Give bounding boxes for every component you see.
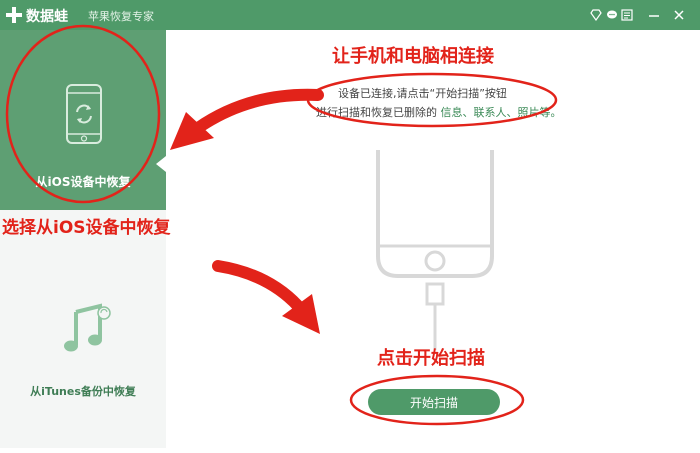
scan-hint-items: 信息、联系人、照片等。 — [440, 106, 562, 119]
annotation-arrow-right-head — [282, 294, 320, 334]
sidebar: 从iOS设备中恢复 从iTunes备份中恢复 — [0, 30, 166, 453]
connection-status: 设备已连接,请点击“开始扫描”按钮 — [338, 87, 507, 100]
annotation-arrow-right-shaft — [212, 260, 304, 312]
annotation-connect: 让手机和电脑相连接 — [332, 46, 494, 67]
minimize-icon[interactable] — [648, 9, 660, 21]
annotation-arrow-left-shaft — [192, 88, 324, 134]
sidebar-item-itunes-recovery[interactable] — [0, 230, 166, 453]
close-icon[interactable] — [673, 9, 685, 21]
sidebar-item-label: 从iTunes备份中恢复 — [30, 385, 136, 398]
phone-illustration — [376, 150, 494, 350]
annotation-click-scan: 点击开始扫描 — [377, 348, 485, 369]
diamond-icon[interactable] — [590, 9, 602, 21]
bottom-strip — [0, 448, 700, 453]
scan-hint: 进行扫描和恢复已删除的 信息、联系人、照片等。 — [316, 104, 562, 120]
sidebar-item-ios-recovery[interactable]: 从iOS设备中恢复 — [0, 30, 166, 210]
phone-refresh-icon — [66, 84, 102, 144]
title-bar: 数据蛙 苹果恢复专家 — [0, 0, 700, 30]
selection-pointer — [156, 156, 166, 172]
annotation-choose-ios: 选择从iOS设备中恢复 — [2, 218, 171, 238]
music-note-icon — [64, 303, 111, 352]
app-subtitle: 苹果恢复专家 — [88, 10, 154, 23]
start-scan-button[interactable]: 开始扫描 — [368, 389, 500, 415]
chat-icon[interactable] — [606, 9, 618, 21]
scan-hint-prefix: 进行扫描和恢复已删除的 — [316, 106, 437, 119]
annotation-arrow-left-head — [170, 112, 214, 150]
feedback-icon[interactable] — [621, 9, 633, 21]
app-name: 数据蛙 — [26, 9, 68, 25]
app-logo-icon — [6, 7, 22, 23]
sidebar-item-label: 从iOS设备中恢复 — [35, 175, 131, 189]
